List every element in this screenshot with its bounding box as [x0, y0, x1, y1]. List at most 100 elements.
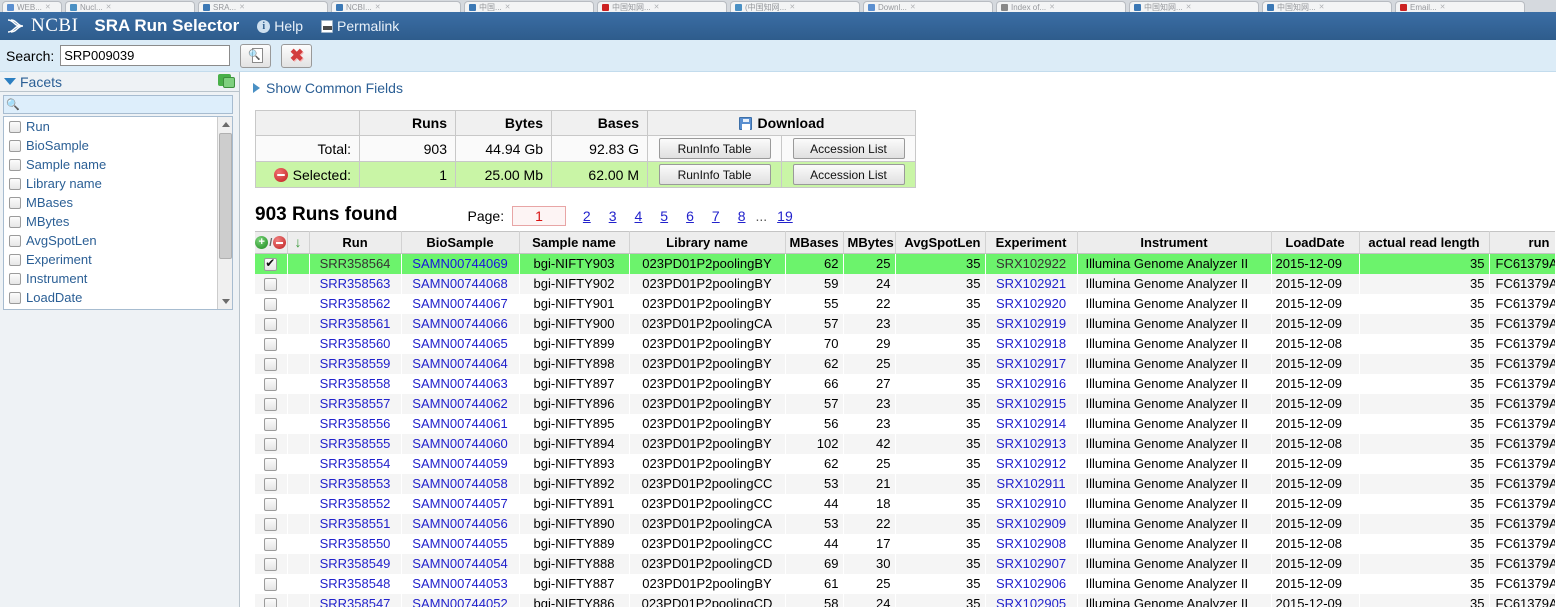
row-checkbox[interactable] — [264, 298, 278, 312]
summary-col-bytes[interactable]: Bytes — [455, 110, 552, 136]
row-select-cell[interactable] — [255, 493, 287, 514]
table-row[interactable]: SRR358557 SAMN00744062 bgi-NIFTY896 023PD01… — [255, 393, 1555, 414]
row-checkbox[interactable] — [264, 378, 278, 392]
close-icon[interactable]: ✕ — [1319, 3, 1325, 12]
cell-biosample[interactable]: SAMN00744069 — [401, 253, 519, 274]
table-row[interactable]: SRR358558 SAMN00744063 bgi-NIFTY897 023PD01… — [255, 373, 1555, 394]
cell-biosample[interactable]: SAMN00744060 — [401, 433, 519, 454]
browser-tab[interactable]: Downl... ✕ — [863, 1, 993, 12]
row-checkbox[interactable] — [264, 256, 278, 272]
page-link-8[interactable]: 8 — [738, 208, 746, 224]
facet-checkbox[interactable] — [9, 120, 21, 133]
row-select-cell[interactable] — [255, 473, 287, 494]
page-link-7[interactable]: 7 — [712, 208, 720, 224]
cell-biosample[interactable]: SAMN00744053 — [401, 573, 519, 594]
cell-experiment[interactable]: SRX102920 — [985, 293, 1077, 314]
table-row[interactable]: SRR358560 SAMN00744065 bgi-NIFTY899 023PD01… — [255, 333, 1555, 354]
row-select-cell[interactable] — [255, 253, 287, 274]
scroll-up-button[interactable] — [218, 117, 232, 132]
facets-columns-icon[interactable] — [218, 74, 235, 89]
facet-checkbox[interactable] — [9, 158, 21, 171]
cell-biosample[interactable]: SAMN00744061 — [401, 413, 519, 434]
facet-item-experiment[interactable]: Experiment — [4, 250, 232, 269]
facet-item-biosample[interactable]: BioSample — [4, 136, 232, 155]
cell-experiment[interactable]: SRX102908 — [985, 533, 1077, 554]
row-checkbox[interactable] — [264, 558, 278, 572]
facet-checkbox[interactable] — [9, 139, 21, 152]
cell-experiment[interactable]: SRX102912 — [985, 453, 1077, 474]
browser-tab[interactable]: Index of... ✕ — [996, 1, 1126, 12]
row-checkbox[interactable] — [264, 438, 278, 452]
row-checkbox[interactable] — [264, 538, 278, 552]
row-select-cell[interactable] — [255, 453, 287, 474]
cell-run[interactable]: SRR358553 — [309, 473, 401, 494]
browser-tab[interactable]: NCBI... ✕ — [331, 1, 461, 12]
cell-experiment[interactable]: SRX102906 — [985, 573, 1077, 594]
table-row[interactable]: SRR358563 SAMN00744068 bgi-NIFTY902 023PD01… — [255, 273, 1555, 294]
table-row[interactable]: SRR358559 SAMN00744064 bgi-NIFTY898 023PD01… — [255, 353, 1555, 374]
cell-run[interactable]: SRR358562 — [309, 293, 401, 314]
row-checkbox[interactable] — [264, 498, 278, 512]
facet-checkbox[interactable] — [9, 253, 21, 266]
facet-item-sample-name[interactable]: Sample name — [4, 155, 232, 174]
table-row[interactable]: SRR358549 SAMN00744054 bgi-NIFTY888 023PD01… — [255, 553, 1555, 574]
table-row[interactable]: SRR358552 SAMN00744057 bgi-NIFTY891 023PD01… — [255, 493, 1555, 514]
cell-biosample[interactable]: SAMN00744059 — [401, 453, 519, 474]
page-current[interactable]: 1 — [512, 206, 566, 226]
cell-experiment[interactable]: SRX102913 — [985, 433, 1077, 454]
facet-item-loaddate[interactable]: LoadDate — [4, 288, 232, 307]
cell-biosample[interactable]: SAMN00744055 — [401, 533, 519, 554]
facet-checkbox[interactable] — [9, 196, 21, 209]
cell-biosample[interactable]: SAMN00744064 — [401, 353, 519, 374]
cell-experiment[interactable]: SRX102907 — [985, 553, 1077, 574]
cell-run[interactable]: SRR358550 — [309, 533, 401, 554]
sort-descending-icon[interactable]: ↓ — [295, 234, 302, 250]
deselect-all-icon[interactable] — [273, 167, 288, 182]
cell-experiment[interactable]: SRX102922 — [985, 253, 1077, 274]
cell-run[interactable]: SRR358556 — [309, 413, 401, 434]
permalink-link[interactable]: Permalink — [321, 18, 399, 34]
facet-item-mbases[interactable]: MBases — [4, 193, 232, 212]
th-experiment[interactable]: Experiment — [985, 231, 1078, 254]
cell-experiment[interactable]: SRX102915 — [985, 393, 1077, 414]
summary-col-runs[interactable]: Runs — [359, 110, 456, 136]
table-row[interactable]: SRR358553 SAMN00744058 bgi-NIFTY892 023PD01… — [255, 473, 1555, 494]
scrollbar-thumb[interactable] — [219, 133, 232, 259]
th-actual-read-length[interactable]: actual read length — [1359, 231, 1490, 254]
facets-filter-box[interactable]: 🔍 — [3, 95, 233, 114]
browser-tab[interactable]: 中国知网... ✕ — [1262, 1, 1392, 12]
table-row[interactable]: SRR358550 SAMN00744055 bgi-NIFTY889 023PD01… — [255, 533, 1555, 554]
cell-experiment[interactable]: SRX102916 — [985, 373, 1077, 394]
cell-run[interactable]: SRR358555 — [309, 433, 401, 454]
close-icon[interactable]: ✕ — [654, 3, 660, 12]
show-common-fields-toggle[interactable]: Show Common Fields — [253, 80, 1556, 96]
table-row[interactable]: SRR358561 SAMN00744066 bgi-NIFTY900 023PD01… — [255, 313, 1555, 334]
cell-run[interactable]: SRR358563 — [309, 273, 401, 294]
cell-experiment[interactable]: SRX102914 — [985, 413, 1077, 434]
cell-biosample[interactable]: SAMN00744065 — [401, 333, 519, 354]
cell-experiment[interactable]: SRX102909 — [985, 513, 1077, 534]
row-select-cell[interactable] — [255, 593, 287, 607]
row-checkbox[interactable] — [264, 458, 278, 472]
cell-run[interactable]: SRR358552 — [309, 493, 401, 514]
cell-biosample[interactable]: SAMN00744054 — [401, 553, 519, 574]
row-select-cell[interactable] — [255, 513, 287, 534]
page-link-4[interactable]: 4 — [635, 208, 643, 224]
th-mbytes[interactable]: MBytes — [843, 231, 896, 254]
row-select-cell[interactable] — [255, 333, 287, 354]
cell-biosample[interactable]: SAMN00744056 — [401, 513, 519, 534]
row-select-cell[interactable] — [255, 373, 287, 394]
row-checkbox[interactable] — [264, 278, 278, 292]
facet-item-mbytes[interactable]: MBytes — [4, 212, 232, 231]
close-icon[interactable]: ✕ — [910, 3, 916, 12]
table-row[interactable]: SRR358562 SAMN00744067 bgi-NIFTY901 023PD01… — [255, 293, 1555, 314]
row-select-cell[interactable] — [255, 313, 287, 334]
runs-table-container[interactable]: / ↓ Run BioSample Sample name Library na… — [255, 231, 1555, 607]
browser-tab[interactable]: 中国知网... ✕ — [1129, 1, 1259, 12]
cell-run[interactable]: SRR358564 — [309, 253, 401, 274]
th-avgspotlen[interactable]: AvgSpotLen — [895, 231, 986, 254]
facet-checkbox[interactable] — [9, 215, 21, 228]
th-instrument[interactable]: Instrument — [1077, 231, 1272, 254]
row-checkbox[interactable] — [264, 318, 278, 332]
facet-item-library-name[interactable]: Library name — [4, 174, 232, 193]
